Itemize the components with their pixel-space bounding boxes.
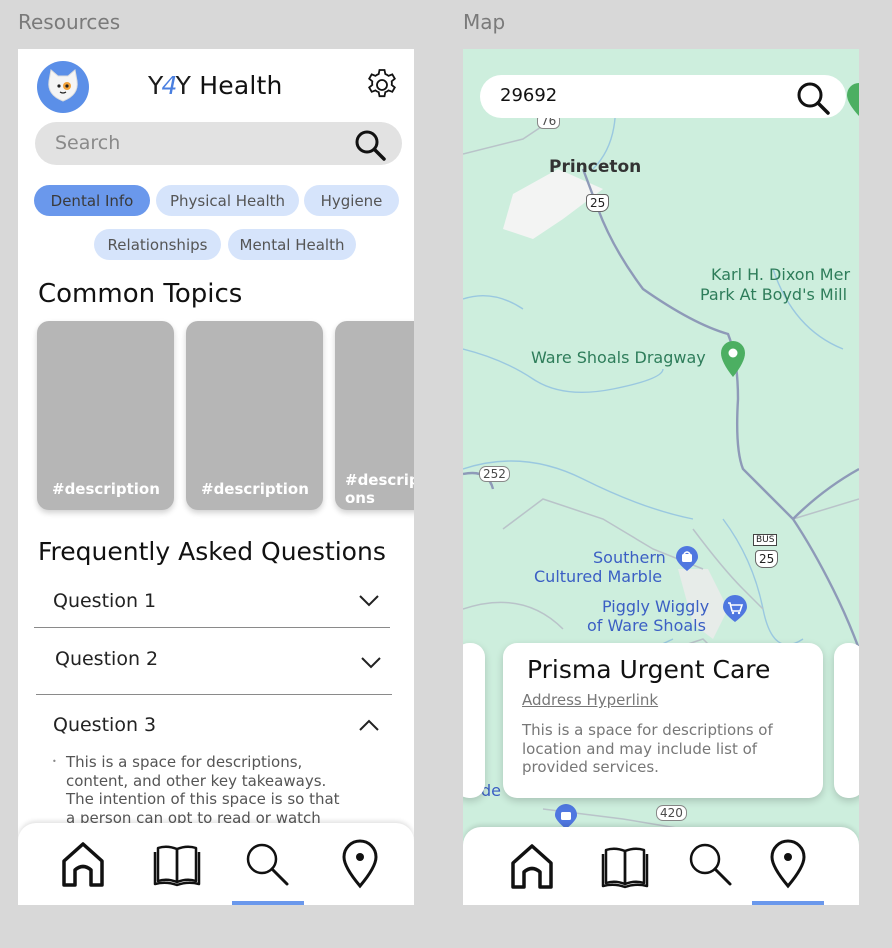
map-label-business: Southern <box>593 548 666 567</box>
topic-card-label: #description <box>52 480 160 498</box>
chevron-down-icon[interactable] <box>358 594 380 608</box>
shopping-bag-icon[interactable] <box>674 546 700 572</box>
search-icon[interactable] <box>794 79 832 117</box>
road-shield: 420 <box>656 805 687 821</box>
map-label-business: Piggly Wiggly <box>602 597 710 616</box>
map-label-town: Princeton <box>549 157 642 177</box>
location-card-next[interactable] <box>834 643 859 798</box>
chevron-up-icon[interactable] <box>358 718 380 732</box>
faq-question-1[interactable]: Question 1 <box>34 572 390 628</box>
road-shield: 25 <box>755 550 779 568</box>
map-screen: 76 25 252 BUS 25 420 Princeton Karl H. D… <box>463 49 859 905</box>
settings-gear-icon[interactable] <box>364 67 400 103</box>
search-bar[interactable] <box>35 122 402 165</box>
search-icon[interactable] <box>352 127 388 163</box>
green-map-pin-icon[interactable] <box>719 340 747 378</box>
location-pin-icon[interactable] <box>763 839 813 889</box>
home-icon[interactable] <box>507 841 557 891</box>
search-nav-icon[interactable] <box>242 839 292 889</box>
avatar[interactable] <box>37 61 89 113</box>
location-description: This is a space for descriptions of loca… <box>522 721 773 776</box>
topic-card-label: #description <box>201 480 309 498</box>
logo-word: Health <box>199 71 283 100</box>
topic-card[interactable]: #descrip ons <box>335 321 414 510</box>
book-icon[interactable] <box>600 841 650 891</box>
map-frame-label: Map <box>463 10 506 34</box>
home-icon[interactable] <box>58 839 108 889</box>
faq-answer: This is a space for descriptions, conten… <box>52 753 352 827</box>
chip-physical-health[interactable]: Physical Health <box>156 185 299 216</box>
shopping-cart-icon[interactable] <box>721 595 749 623</box>
address-link[interactable]: Address Hyperlink <box>522 691 658 709</box>
common-topics-heading: Common Topics <box>38 279 243 309</box>
location-pin-icon[interactable] <box>335 839 385 889</box>
location-title: Prisma Urgent Care <box>527 655 771 684</box>
location-card[interactable]: Prisma Urgent Care Address Hyperlink Thi… <box>503 643 823 798</box>
faq-question-label: Question 3 <box>53 714 157 736</box>
road-shield: BUS <box>753 534 778 546</box>
chip-mental-health[interactable]: Mental Health <box>228 229 356 260</box>
faq-question-2[interactable]: Question 2 <box>36 628 392 695</box>
bottom-nav <box>18 823 414 905</box>
map-label-park: Park At Boyd's Mill <box>700 285 848 304</box>
active-tab-indicator <box>232 901 304 905</box>
road-shield: 252 <box>479 466 510 482</box>
app-logo: Y4Y Health <box>148 71 283 100</box>
faq-heading: Frequently Asked Questions <box>38 537 386 566</box>
faq-question-label: Question 2 <box>55 648 159 670</box>
green-map-pin-icon[interactable] <box>847 83 859 117</box>
active-tab-indicator <box>752 901 824 905</box>
location-card-prev[interactable] <box>463 643 485 798</box>
book-icon[interactable] <box>152 839 202 889</box>
topic-card[interactable]: #description <box>186 321 323 510</box>
topic-card[interactable]: #description <box>37 321 174 510</box>
map-label-business: Cultured Marble <box>534 567 663 586</box>
zip-search-input[interactable] <box>500 85 760 106</box>
chip-relationships[interactable]: Relationships <box>94 229 221 260</box>
cat-avatar-icon <box>48 69 78 102</box>
map-search-bar[interactable] <box>480 75 846 118</box>
topic-card-label: #descrip ons <box>345 471 414 507</box>
chevron-down-icon[interactable] <box>360 656 382 670</box>
map-label-business: of Ware Shoals <box>587 616 706 635</box>
faq-question-label: Question 1 <box>53 590 157 612</box>
faq-answer-text: This is a space for descriptions, conten… <box>52 753 352 827</box>
search-nav-icon[interactable] <box>685 839 735 889</box>
map-label-dragway: Ware Shoals Dragway <box>531 348 706 367</box>
search-input[interactable] <box>55 132 335 154</box>
chip-dental-info[interactable]: Dental Info <box>34 185 150 216</box>
road-shield: 25 <box>586 194 610 212</box>
resources-frame-label: Resources <box>18 10 121 34</box>
resources-screen: Y4Y Health Dental Info Physical Health H… <box>18 49 414 905</box>
map-label-park: Karl H. Dixon Mer <box>711 265 851 284</box>
faq-question-3[interactable]: Question 3 <box>34 699 390 749</box>
chip-hygiene[interactable]: Hygiene <box>304 185 399 216</box>
bottom-nav <box>463 827 859 905</box>
logo-letter: Y <box>175 71 192 100</box>
